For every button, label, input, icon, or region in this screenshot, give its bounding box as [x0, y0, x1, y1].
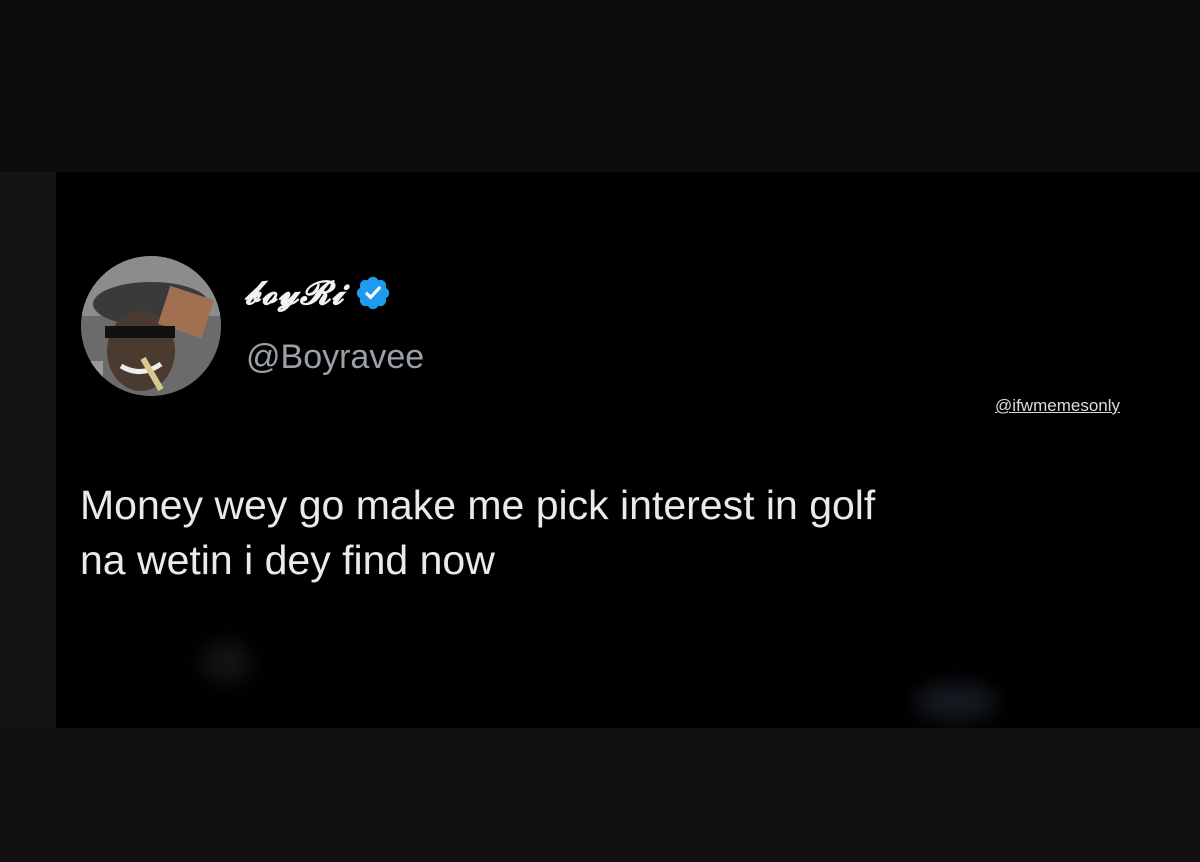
display-name[interactable]: 𝓫𝓸𝔂𝓡𝓲 [244, 273, 344, 313]
blur-artifact [916, 684, 996, 720]
top-border [0, 0, 1200, 172]
watermark: @ifwmemesonly [995, 396, 1120, 415]
tweet-text-line: na wetin i dey find now [80, 537, 495, 583]
display-name-row: 𝓫𝓸𝔂𝓡𝓲 [244, 268, 392, 318]
screenshot-frame: 𝓫𝓸𝔂𝓡𝓲 @Boyravee @ifwmemesonly Money wey … [0, 0, 1200, 862]
blur-artifact [201, 642, 251, 682]
avatar[interactable] [81, 256, 221, 396]
verified-badge-icon [354, 274, 392, 312]
tweet-text: Money wey go make me pick interest in go… [80, 478, 1180, 588]
tweet-text-line: Money wey go make me pick interest in go… [80, 482, 876, 528]
left-border [0, 172, 56, 728]
bottom-border [0, 728, 1200, 862]
tweet-card: 𝓫𝓸𝔂𝓡𝓲 @Boyravee @ifwmemesonly Money wey … [56, 172, 1200, 728]
user-handle[interactable]: @Boyravee [246, 338, 424, 377]
avatar-photo [81, 256, 221, 396]
